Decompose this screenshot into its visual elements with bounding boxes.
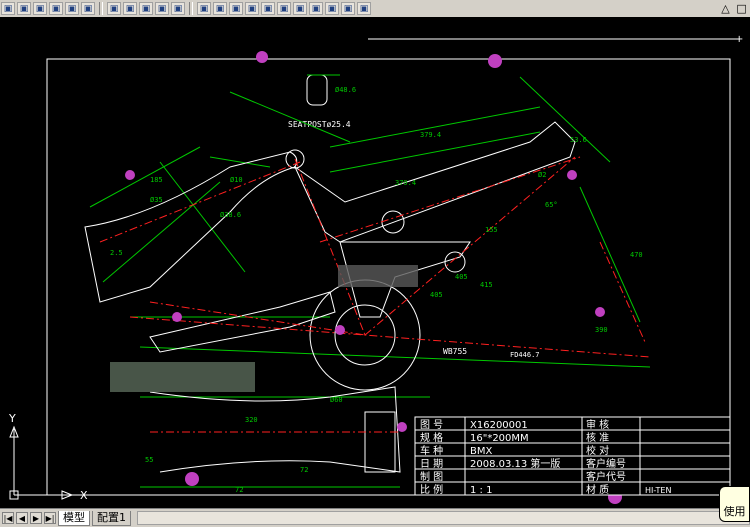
tab-layout1[interactable]: 配置1	[92, 510, 131, 526]
dim-text: 390	[595, 326, 608, 334]
tb-label: 比 例	[420, 483, 443, 496]
tb-label: 材 质	[586, 483, 609, 496]
iso-sw-icon[interactable]: ▣	[293, 2, 307, 15]
marker-icon	[256, 51, 268, 63]
marker-icon	[397, 422, 407, 432]
ucs-icon	[9, 425, 74, 500]
dim-text: 155	[485, 226, 498, 234]
dim-text: 405	[430, 291, 443, 299]
ucs-y-label: Y	[8, 412, 16, 425]
tb-value: X16200001	[470, 420, 528, 431]
right-view-icon[interactable]: ▣	[245, 2, 259, 15]
marker-icon	[488, 54, 502, 68]
dim-text: FD446.7	[510, 351, 540, 359]
tb-value: 2008.03.13 第一版	[470, 457, 560, 470]
iso-se-icon[interactable]: ▣	[309, 2, 323, 15]
marker-icon	[125, 170, 135, 180]
box-icon[interactable]: □	[736, 2, 746, 15]
triangle-icon[interactable]: △	[721, 2, 729, 15]
dim-text: 72	[235, 486, 243, 494]
toolbar-separator	[99, 2, 103, 15]
top-view-icon[interactable]: ▣	[197, 2, 211, 15]
dim-text: 65°	[545, 201, 558, 209]
dim-text: 2.5	[110, 249, 123, 257]
dim-text: 379.4	[420, 131, 441, 139]
tb-value: 16"*200MM	[470, 433, 529, 444]
tb-label: 图 号	[420, 419, 443, 431]
seatpost-shape	[306, 74, 328, 106]
tb-value: HI-TEN	[645, 486, 671, 495]
iso-ne-icon[interactable]: ▣	[325, 2, 339, 15]
blurred-region	[338, 265, 418, 287]
marker-icon	[335, 325, 345, 335]
dim-text: 379.4	[395, 179, 416, 187]
marker-icon	[185, 472, 199, 486]
tb-label: 车 种	[420, 444, 443, 457]
dim-text: 405	[455, 273, 468, 281]
crosshair-icon: +	[735, 34, 743, 45]
dim-text: Ø10	[230, 176, 243, 184]
tb-label: 日 期	[420, 458, 443, 470]
cylinder-icon[interactable]: ▣	[65, 2, 79, 15]
drawing-canvas[interactable]: + SEATPOSTø25.4 379.4 379.4 FD446.7 Ø48.…	[0, 17, 750, 508]
material-icon[interactable]: ▣	[171, 2, 185, 15]
tb-value: 1 : 1	[470, 485, 492, 496]
tb-label: 规 格	[420, 431, 443, 444]
render-icon[interactable]: ▣	[139, 2, 153, 15]
dim-text: Ø38.6	[220, 211, 241, 219]
dim-text: Ø35	[150, 196, 163, 204]
box-icon[interactable]: ▣	[1, 2, 15, 15]
dim-text: Ø60	[330, 396, 343, 404]
tooltip: 使用	[719, 486, 750, 522]
tb-value: BMX	[470, 446, 492, 457]
camera-icon[interactable]: ▣	[357, 2, 371, 15]
tab-model[interactable]: 模型	[58, 510, 90, 526]
prev-tab-button[interactable]: ◀	[16, 512, 28, 524]
dim-text: 320	[245, 416, 258, 424]
first-tab-button[interactable]: |◀	[2, 512, 14, 524]
next-tab-button[interactable]: ▶	[30, 512, 42, 524]
marker-icon	[567, 170, 577, 180]
marker-icon	[172, 312, 182, 322]
dim-text: Ø48.6	[335, 86, 356, 94]
title-block: 图 号 X16200001 审 核 规 格 16"*200MM 核 准 车 种 …	[414, 416, 731, 496]
tb-label: 校 对	[586, 444, 609, 457]
dim-text: 470	[630, 251, 643, 259]
tb-label: 核 准	[586, 431, 609, 444]
tb-label: 制 图	[420, 470, 443, 483]
layer-icon[interactable]: ▣	[107, 2, 121, 15]
dim-text: Ø2	[538, 171, 546, 179]
tb-label: 审 核	[586, 418, 609, 431]
seatpost-label: SEATPOSTø25.4	[288, 120, 351, 129]
cad-drawing: + SEATPOSTø25.4 379.4 379.4 FD446.7 Ø48.…	[8, 34, 743, 504]
sphere-icon[interactable]: ▣	[49, 2, 63, 15]
left-view-icon[interactable]: ▣	[229, 2, 243, 15]
front-view-icon[interactable]: ▣	[261, 2, 275, 15]
view-icon[interactable]: ▣	[123, 2, 137, 15]
iso-nw-icon[interactable]: ▣	[341, 2, 355, 15]
toolbar: ▣ ▣ ▣ ▣ ▣ ▣ ▣ ▣ ▣ ▣ ▣ ▣ ▣ ▣ ▣ ▣ ▣ ▣ ▣ ▣ ▣ ▣	[0, 0, 750, 18]
horizontal-scrollbar[interactable]	[137, 511, 750, 525]
blurred-region	[110, 362, 255, 392]
marker-icon	[595, 307, 605, 317]
torus-icon[interactable]: ▣	[81, 2, 95, 15]
back-view-icon[interactable]: ▣	[277, 2, 291, 15]
dim-text: 55	[145, 456, 153, 464]
status-bar: |◀ ◀ ▶ ▶| 模型 配置1	[0, 508, 750, 527]
dim-text: 415	[480, 281, 493, 289]
dim-text: 53.6	[570, 136, 587, 144]
toolbar-right: △ □	[718, 0, 750, 17]
wedge-icon[interactable]: ▣	[17, 2, 31, 15]
wb-label: WB755	[443, 347, 467, 356]
tb-label: 客户编号	[586, 457, 626, 470]
cone-icon[interactable]: ▣	[33, 2, 47, 15]
bottom-view-icon[interactable]: ▣	[213, 2, 227, 15]
dim-text: 72	[300, 466, 308, 474]
light-icon[interactable]: ▣	[155, 2, 169, 15]
dim-text: 185	[150, 176, 163, 184]
tb-label: 客户代号	[586, 470, 626, 483]
ucs-x-label: X	[80, 489, 88, 502]
toolbar-separator	[189, 2, 193, 15]
last-tab-button[interactable]: ▶|	[44, 512, 56, 524]
